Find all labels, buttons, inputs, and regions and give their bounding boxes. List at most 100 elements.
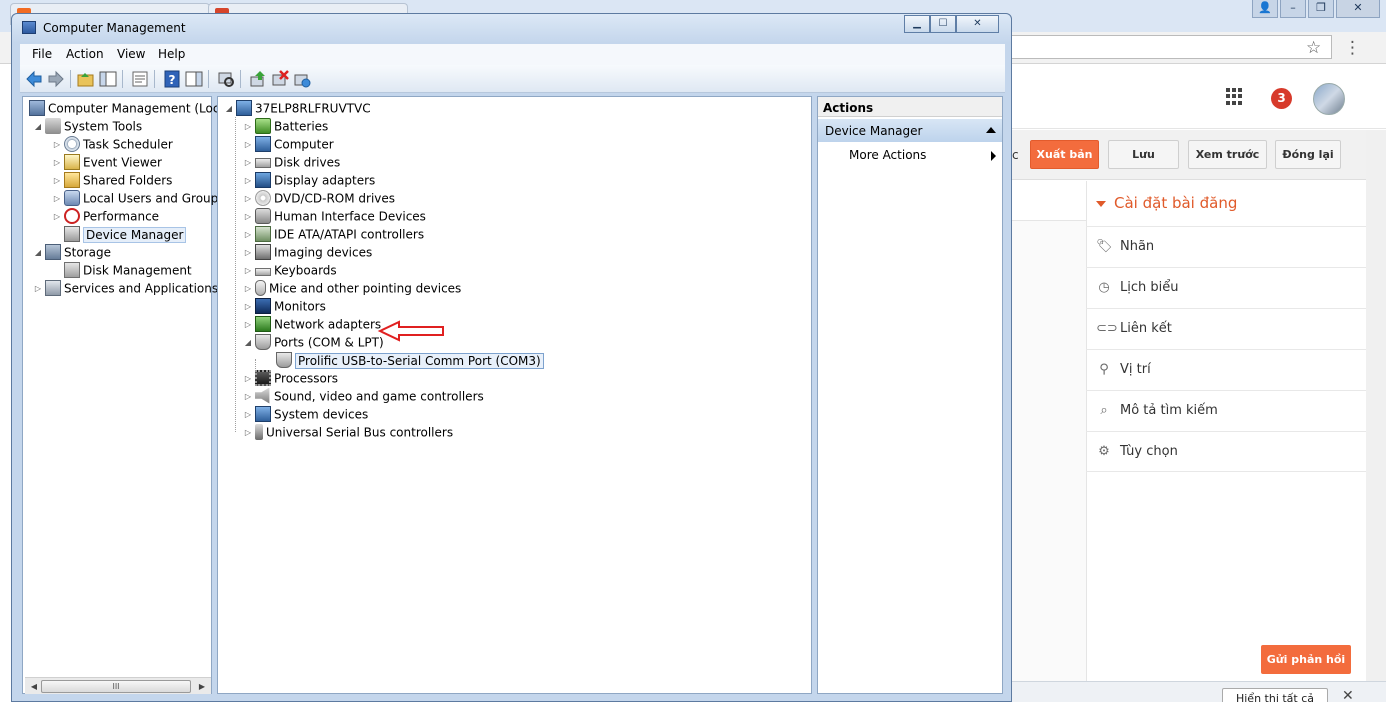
- window-titlebar[interactable]: Computer Management ▁ ☐ ✕: [12, 14, 1011, 43]
- tree-item-device-manager[interactable]: Device Manager: [62, 225, 187, 243]
- device-category-network-adapters[interactable]: ▷ Network adapters: [243, 315, 381, 333]
- expand-triangle-icon[interactable]: ▷: [52, 190, 62, 208]
- tree-item-computer-management[interactable]: Computer Management (Local: [27, 99, 230, 117]
- menu-help[interactable]: Help: [158, 47, 185, 61]
- action-pane-icon[interactable]: [184, 69, 204, 89]
- device-category-imaging-devices[interactable]: ▷ Imaging devices: [243, 243, 372, 261]
- expand-triangle-icon[interactable]: ▷: [243, 388, 253, 406]
- tree-item-shared-folders[interactable]: ▷ Shared Folders: [52, 171, 172, 189]
- browser-menu-icon[interactable]: ⋮: [1344, 38, 1361, 58]
- expand-triangle-icon[interactable]: ▷: [243, 406, 253, 424]
- collapse-up-icon[interactable]: [986, 127, 996, 133]
- expand-triangle-icon[interactable]: ▷: [243, 172, 253, 190]
- settings-item-schedule[interactable]: ◷ Lịch biểu: [1086, 267, 1366, 308]
- collapse-triangle-icon[interactable]: ◢: [243, 334, 253, 352]
- device-category-dvd-drives[interactable]: ▷ DVD/CD-ROM drives: [243, 189, 395, 207]
- up-folder-icon[interactable]: [76, 69, 96, 89]
- tree-item-task-scheduler[interactable]: ▷ Task Scheduler: [52, 135, 173, 153]
- back-arrow-icon[interactable]: [24, 69, 44, 89]
- preview-button[interactable]: Xem trước: [1188, 140, 1267, 169]
- device-category-ide-controllers[interactable]: ▷ IDE ATA/ATAPI controllers: [243, 225, 424, 243]
- expand-triangle-icon[interactable]: ▷: [243, 118, 253, 136]
- minimize-button[interactable]: ▁: [904, 15, 930, 33]
- notification-badge[interactable]: 3: [1271, 88, 1292, 109]
- expand-triangle-icon[interactable]: ▷: [52, 172, 62, 190]
- device-category-mice[interactable]: ▷ Mice and other pointing devices: [243, 279, 461, 297]
- device-category-batteries[interactable]: ▷ Batteries: [243, 117, 328, 135]
- more-actions-item[interactable]: More Actions: [849, 148, 926, 162]
- properties-icon[interactable]: [130, 69, 150, 89]
- device-category-sound[interactable]: ▷ Sound, video and game controllers: [243, 387, 484, 405]
- expand-triangle-icon[interactable]: ▷: [243, 208, 253, 226]
- forward-arrow-icon[interactable]: [46, 69, 66, 89]
- expand-triangle-icon[interactable]: ▷: [52, 208, 62, 226]
- device-category-system-devices[interactable]: ▷ System devices: [243, 405, 368, 423]
- settings-item-options[interactable]: ⚙ Tùy chọn: [1086, 431, 1366, 472]
- device-category-processors[interactable]: ▷ Processors: [243, 369, 338, 387]
- actions-section-device-manager[interactable]: Device Manager: [818, 119, 1002, 142]
- expand-triangle-icon[interactable]: ▷: [52, 136, 62, 154]
- show-hide-tree-icon[interactable]: [98, 69, 118, 89]
- page-scrollbar[interactable]: [1366, 130, 1386, 681]
- close-button[interactable]: ✕: [956, 15, 999, 33]
- expand-triangle-icon[interactable]: ▷: [243, 136, 253, 154]
- post-settings-title[interactable]: Cài đặt bài đăng: [1096, 194, 1237, 212]
- scroll-thumb[interactable]: III: [41, 680, 191, 693]
- collapse-triangle-icon[interactable]: ◢: [33, 244, 43, 262]
- device-category-usb[interactable]: ▷ Universal Serial Bus controllers: [243, 423, 453, 441]
- expand-triangle-icon[interactable]: ▷: [52, 154, 62, 172]
- browser-minimize-button[interactable]: –: [1280, 0, 1306, 18]
- device-category-monitors[interactable]: ▷ Monitors: [243, 297, 326, 315]
- settings-item-search-description[interactable]: ⌕ Mô tả tìm kiếm: [1086, 390, 1366, 431]
- scroll-right-arrow-icon[interactable]: ▶: [195, 680, 209, 693]
- menu-file[interactable]: File: [32, 47, 52, 61]
- address-bar[interactable]: [1012, 35, 1332, 59]
- menu-view[interactable]: View: [117, 47, 145, 61]
- expand-triangle-icon[interactable]: ▷: [243, 280, 253, 298]
- device-tree-root[interactable]: ◢ 37ELP8RLFRUVTVC: [224, 99, 371, 117]
- device-category-display-adapters[interactable]: ▷ Display adapters: [243, 171, 375, 189]
- tree-item-local-users[interactable]: ▷ Local Users and Groups: [52, 189, 225, 207]
- bookmark-star-icon[interactable]: ☆: [1306, 38, 1321, 58]
- collapse-triangle-icon[interactable]: ◢: [33, 118, 43, 136]
- expand-triangle-icon[interactable]: ▷: [243, 316, 253, 334]
- feedback-button[interactable]: Gửi phản hồi: [1261, 645, 1351, 674]
- settings-item-labels[interactable]: 🏷 Nhãn: [1086, 226, 1366, 267]
- tree-item-event-viewer[interactable]: ▷ Event Viewer: [52, 153, 162, 171]
- show-all-button[interactable]: Hiển thị tất cả: [1222, 688, 1328, 702]
- maximize-button[interactable]: ☐: [930, 15, 956, 33]
- apps-grid-icon[interactable]: [1226, 88, 1243, 105]
- collapse-triangle-icon[interactable]: ◢: [224, 100, 234, 118]
- publish-button[interactable]: Xuất bản: [1030, 140, 1099, 169]
- scroll-left-arrow-icon[interactable]: ◀: [27, 680, 41, 693]
- expand-triangle-icon[interactable]: ▷: [243, 226, 253, 244]
- expand-triangle-icon[interactable]: ▷: [243, 298, 253, 316]
- browser-close-button[interactable]: ✕: [1336, 0, 1380, 18]
- device-category-ports[interactable]: ◢ Ports (COM & LPT): [243, 333, 384, 351]
- tree-item-storage[interactable]: ◢ Storage: [33, 243, 111, 261]
- browser-user-icon[interactable]: 👤: [1252, 0, 1278, 18]
- tree-item-disk-management[interactable]: Disk Management: [62, 261, 192, 279]
- menu-action[interactable]: Action: [66, 47, 104, 61]
- enable-device-icon[interactable]: [292, 69, 312, 89]
- expand-triangle-icon[interactable]: ▷: [243, 244, 253, 262]
- expand-triangle-icon[interactable]: ▷: [243, 154, 253, 172]
- close-icon[interactable]: ✕: [1342, 688, 1354, 702]
- expand-triangle-icon[interactable]: ▷: [33, 280, 43, 298]
- device-prolific-com3[interactable]: Prolific USB-to-Serial Comm Port (COM3): [274, 351, 544, 369]
- device-category-keyboards[interactable]: ▷ Keyboards: [243, 261, 337, 279]
- help-icon[interactable]: ?: [162, 69, 182, 89]
- device-category-disk-drives[interactable]: ▷ Disk drives: [243, 153, 340, 171]
- expand-triangle-icon[interactable]: ▷: [243, 424, 253, 442]
- avatar[interactable]: [1313, 83, 1345, 115]
- expand-triangle-icon[interactable]: ▷: [243, 262, 253, 280]
- browser-maximize-button[interactable]: ❐: [1308, 0, 1334, 18]
- expand-triangle-icon[interactable]: ▷: [243, 370, 253, 388]
- scan-hardware-icon[interactable]: [216, 69, 236, 89]
- settings-item-location[interactable]: ⚲ Vị trí: [1086, 349, 1366, 390]
- tree-item-performance[interactable]: ▷ Performance: [52, 207, 159, 225]
- settings-item-permalink[interactable]: ⊂⊃ Liên kết: [1086, 308, 1366, 349]
- editor-area[interactable]: [1012, 221, 1086, 681]
- tree-item-system-tools[interactable]: ◢ System Tools: [33, 117, 142, 135]
- disable-device-icon[interactable]: [270, 69, 290, 89]
